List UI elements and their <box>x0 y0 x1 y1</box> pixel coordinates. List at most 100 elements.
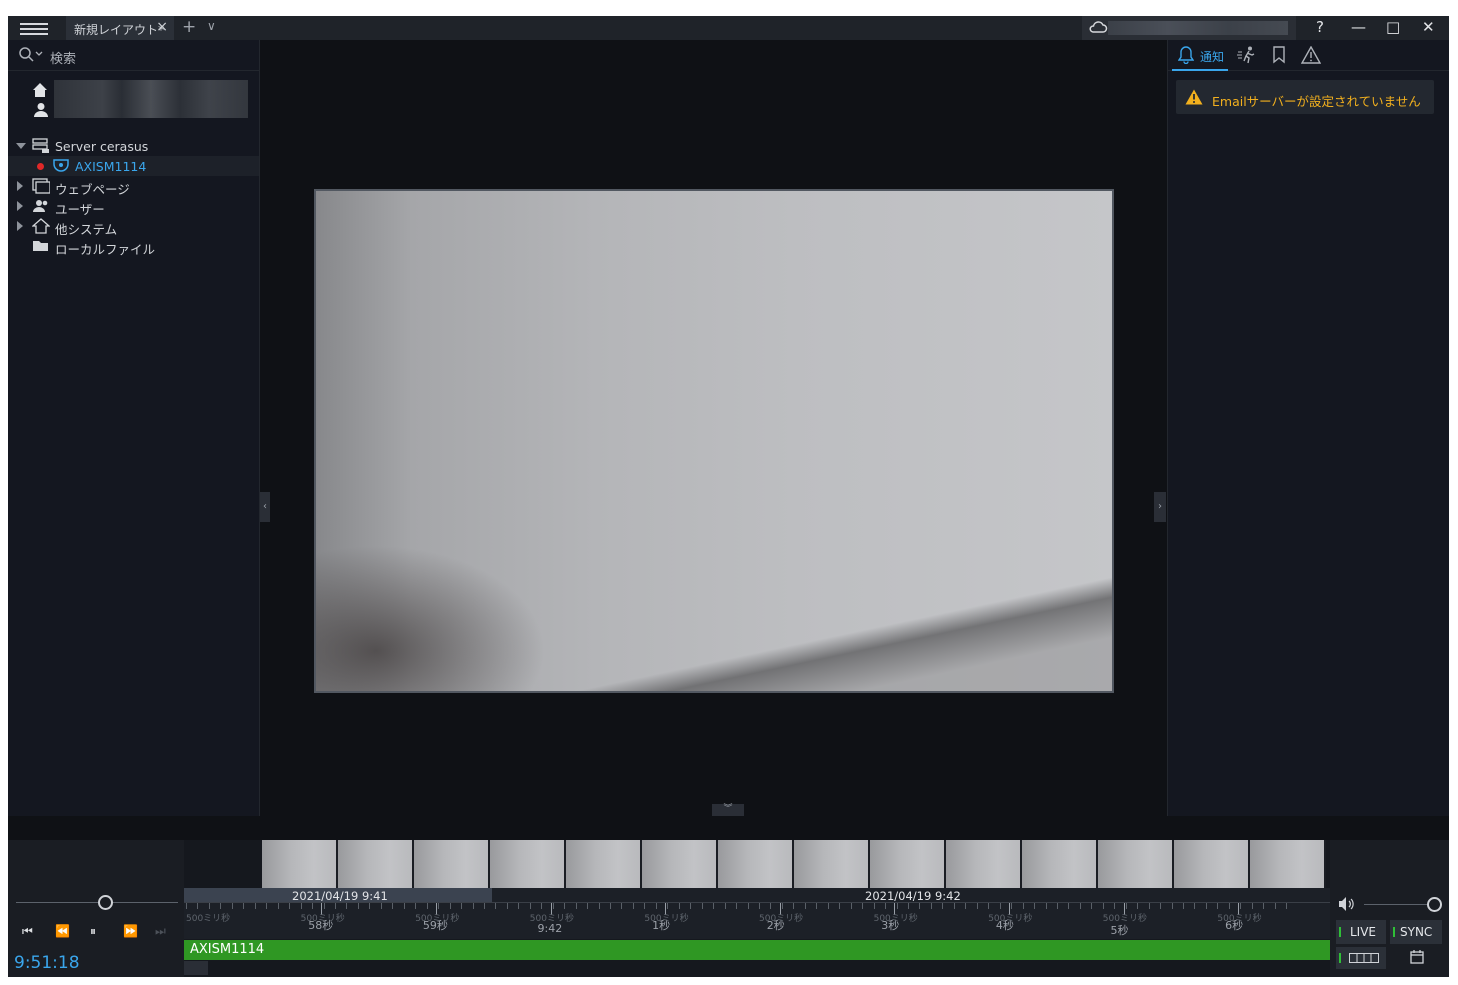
tab-new-layout[interactable]: 新規レイアウト* × <box>66 16 174 40</box>
volume-slider-track[interactable] <box>1364 904 1432 905</box>
scrollbar-handle[interactable] <box>184 961 208 975</box>
timeline-tick <box>1114 903 1116 909</box>
speed-slider-handle[interactable] <box>98 895 114 910</box>
thumbnail[interactable] <box>338 840 414 888</box>
title-bar: 新規レイアウト* × + ∨ ? — □ ✕ <box>8 16 1449 40</box>
skip-to-start-button[interactable]: ⏮ <box>22 924 33 939</box>
tree-item-other-systems[interactable]: 他システム <box>8 216 259 237</box>
timeline-tick <box>1148 903 1150 909</box>
bookmark-icon[interactable] <box>1272 46 1286 64</box>
timeline-tick <box>1022 903 1024 909</box>
users-icon <box>33 200 48 212</box>
step-forward-button[interactable]: ⏩ <box>123 924 138 938</box>
timeline-tick <box>1228 903 1230 909</box>
thumbnail[interactable] <box>262 840 338 888</box>
timeline-tick <box>976 903 978 909</box>
timeline-tick <box>907 903 909 909</box>
timeline-tick <box>1079 903 1081 909</box>
notification-item[interactable]: Emailサーバーが設定されていません <box>1176 80 1434 114</box>
tree-item-camera[interactable]: AXISM1114 <box>8 156 259 176</box>
search-bar[interactable]: 検索 <box>8 40 259 71</box>
timeline-tick <box>1217 903 1219 909</box>
expand-arrow-icon[interactable] <box>16 143 26 149</box>
close-button[interactable]: ✕ <box>1422 18 1435 36</box>
timeline-tick <box>1045 903 1047 909</box>
collapse-right-panel-button[interactable]: › <box>1154 492 1166 522</box>
thumbnail[interactable] <box>1022 840 1098 888</box>
notification-panel: 通知 Emailサーバーが設定されていません <box>1167 40 1449 816</box>
tab-dropdown-icon[interactable]: ∨ <box>207 19 216 33</box>
tree-item-webpage[interactable]: ウェブページ <box>8 176 259 197</box>
maximize-button[interactable]: □ <box>1386 18 1400 36</box>
tree-item-server[interactable]: Server cerasus <box>8 136 259 156</box>
thumbnail[interactable] <box>566 840 642 888</box>
live-button[interactable]: LIVE <box>1336 920 1386 944</box>
minimize-button[interactable]: — <box>1351 18 1366 36</box>
expand-arrow-icon[interactable] <box>17 201 23 211</box>
timeline-tick <box>667 903 669 909</box>
thumbnail[interactable] <box>946 840 1022 888</box>
pause-button[interactable]: ⏸ <box>90 924 96 939</box>
hamburger-menu-icon[interactable] <box>20 20 48 36</box>
thumbnail[interactable] <box>642 840 718 888</box>
timeline-tick <box>598 903 600 909</box>
timeline-scrollbar[interactable] <box>184 961 1330 977</box>
folder-icon <box>33 241 48 251</box>
step-back-button[interactable]: ⏪ <box>55 924 70 938</box>
timeline-tick <box>266 903 268 909</box>
speed-slider-track[interactable] <box>16 902 178 903</box>
timeline-label: 500ミリ秒 <box>873 914 918 924</box>
expand-arrow-icon[interactable] <box>17 181 23 191</box>
thumbnail[interactable] <box>1174 840 1250 888</box>
volume-slider-handle[interactable] <box>1427 897 1442 912</box>
timeline-tick <box>334 903 336 909</box>
calendar-icon[interactable] <box>1410 950 1424 964</box>
user-icon[interactable] <box>34 102 48 118</box>
home-icon[interactable] <box>32 82 48 98</box>
timeline-label: 500ミリ秒 <box>529 914 574 924</box>
cloud-account[interactable] <box>1082 16 1296 40</box>
collapse-timeline-button[interactable]: ︾ <box>712 804 744 816</box>
thumbnail[interactable] <box>718 840 794 888</box>
thumbnail-toggle-button[interactable] <box>1336 947 1386 969</box>
collapse-left-panel-button[interactable]: ‹ <box>260 492 270 522</box>
motion-icon[interactable] <box>1236 46 1258 64</box>
tree-item-label: AXISM1114 <box>75 159 147 174</box>
thumbnail-strip[interactable] <box>262 840 1330 888</box>
search-icon[interactable] <box>18 46 46 64</box>
timeline-tick <box>426 903 428 909</box>
thumbnail[interactable] <box>1098 840 1174 888</box>
thumbnail[interactable] <box>414 840 490 888</box>
current-time: 9:51:18 <box>14 953 80 973</box>
timeline-tick <box>564 903 566 909</box>
timeline-tick <box>575 903 577 909</box>
timeline-tick <box>644 903 646 909</box>
timeline-ruler[interactable]: 2021/04/19 9:41 2021/04/19 9:42 500ミリ秒 58… <box>184 888 1358 939</box>
tab-close-icon[interactable]: × <box>156 19 168 35</box>
warning-icon[interactable] <box>1301 46 1321 64</box>
thumbnail[interactable] <box>1250 840 1326 888</box>
thumbnail[interactable] <box>490 840 566 888</box>
camera-video-tile[interactable] <box>314 189 1114 693</box>
tree-item-local-files[interactable]: ローカルファイル <box>8 236 259 257</box>
account-name-redacted <box>1108 21 1288 35</box>
timeline-tick <box>678 903 680 909</box>
tab-notifications[interactable]: 通知 <box>1172 40 1228 71</box>
help-button[interactable]: ? <box>1316 18 1324 36</box>
sync-button[interactable]: SYNC <box>1390 920 1442 944</box>
thumbnail[interactable] <box>794 840 870 888</box>
add-tab-button[interactable]: + <box>182 17 196 37</box>
timeline-tick <box>1011 903 1013 909</box>
server-icon <box>32 138 49 153</box>
thumbnail[interactable] <box>870 840 946 888</box>
layout-view: ‹ › ︾ <box>260 40 1166 816</box>
volume-icon[interactable] <box>1338 896 1356 912</box>
tree-item-users[interactable]: ユーザー <box>8 196 259 217</box>
camera-recording-track[interactable]: AXISM1114 <box>184 940 1330 960</box>
timeline-label: 5秒 <box>1110 924 1129 937</box>
recording-indicator <box>37 163 44 170</box>
skip-to-live-button[interactable]: ⏭ <box>155 924 166 939</box>
expand-arrow-icon[interactable] <box>17 221 23 231</box>
timeline-tick <box>403 903 405 909</box>
sync-indicator <box>1393 927 1395 937</box>
